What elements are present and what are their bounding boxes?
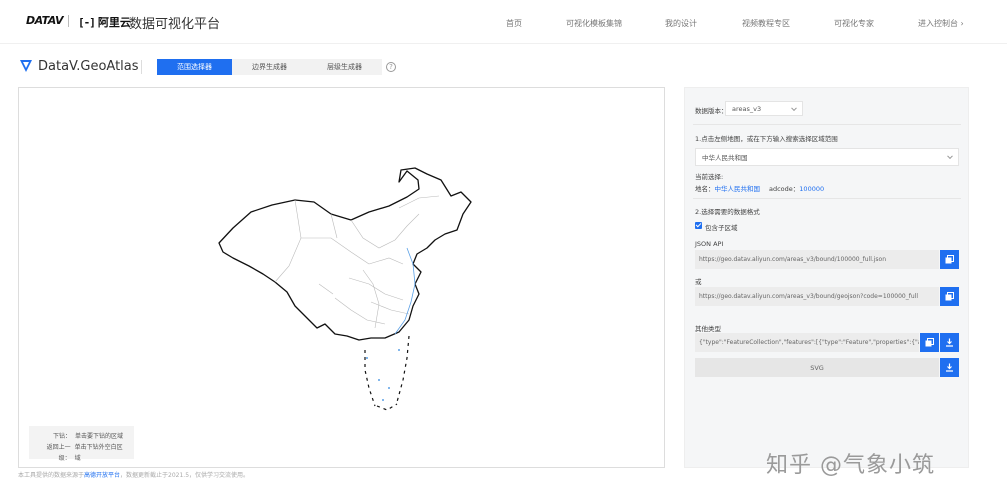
step1-label: 1.点击左侧地图，或在下方输入搜索选择区域范围	[695, 135, 838, 143]
divider	[693, 124, 961, 125]
tip-value: 单击下钻外空白区域	[74, 444, 123, 462]
nav-link-experts[interactable]: 可视化专家	[834, 18, 874, 29]
amap-link[interactable]: 高德开放平台	[84, 472, 120, 479]
adcode-value[interactable]: 100000	[799, 185, 824, 193]
geojson-text[interactable]: {"type":"FeatureCollection","features":[…	[695, 333, 919, 352]
nav-link-my-design[interactable]: 我的设计	[665, 18, 697, 29]
include-subregion-checkbox[interactable]	[695, 222, 702, 229]
version-value: areas_v3	[732, 104, 762, 113]
adcode-row: adcode：100000	[769, 183, 824, 193]
region-name-key: 地名：	[695, 185, 715, 193]
nav-link-home[interactable]: 首页	[506, 18, 522, 29]
south-china-sea-islands	[364, 335, 410, 411]
app-title: DataV.GeoAtlas	[38, 59, 139, 74]
footnote-prefix: 本工具提供的数据来源于	[18, 472, 85, 479]
aliyun-logo[interactable]: [-] 阿里云	[78, 14, 131, 30]
platform-title: 数据可视化平台	[129, 17, 221, 32]
include-subregion-label[interactable]: 包含子区域	[705, 222, 738, 232]
tool-tabs: 范围选择器 边界生成器 层级生成器	[157, 59, 382, 75]
region-search-select[interactable]: 中华人民共和国	[695, 148, 959, 166]
json-api-url[interactable]: https://geo.datav.aliyun.com/areas_v3/bo…	[695, 250, 939, 269]
nav-link-templates[interactable]: 可视化模板集锦	[566, 18, 622, 29]
json-api-label: JSON API	[695, 240, 724, 248]
page: DATAV [-] 阿里云 数据可视化平台 首页 可视化模板集锦 我的设计 视频…	[0, 0, 1007, 500]
map-region-china[interactable]	[218, 167, 472, 341]
logo-divider	[68, 15, 69, 27]
version-select[interactable]: areas_v3	[725, 101, 803, 116]
tip-value: 单击要下钻的区域	[75, 433, 124, 440]
header-divider	[141, 60, 142, 74]
chevron-down-icon	[791, 104, 797, 111]
copy-json-api-button[interactable]	[940, 250, 959, 269]
footnote-suffix: ，数据更新截止于2021.5，仅供学习交流使用。	[120, 472, 250, 479]
copy-geojson-button[interactable]	[940, 287, 959, 306]
tip-key: 下钻：	[52, 433, 71, 440]
download-svg-button[interactable]	[940, 358, 959, 377]
datav-logo[interactable]: DATAV	[26, 14, 64, 27]
chevron-down-icon	[947, 153, 953, 160]
tab-level-generator[interactable]: 层级生成器	[307, 59, 382, 75]
divider	[693, 198, 961, 199]
nav-link-console[interactable]: 进入控制台 ›	[918, 18, 964, 29]
copy-icon	[945, 292, 954, 301]
zhihu-watermark: 知乎 @气象小筑	[766, 453, 935, 478]
help-icon[interactable]: ?	[386, 62, 396, 72]
copy-geojson-text-button[interactable]	[920, 333, 939, 352]
step2-label: 2.选择需要的数据格式	[695, 208, 760, 216]
copy-icon	[925, 338, 934, 347]
data-source-footnote: 本工具提供的数据来源于高德开放平台，数据更新截止于2021.5，仅供学习交流使用…	[18, 470, 249, 479]
top-nav: DATAV [-] 阿里云 数据可视化平台 首页 可视化模板集锦 我的设计 视频…	[0, 0, 1007, 44]
download-icon	[946, 363, 953, 372]
other-types-label: 其他类型	[695, 325, 721, 333]
download-icon	[946, 338, 953, 347]
region-name-row: 地名：中华人民共和国	[695, 183, 760, 193]
adcode-key: adcode：	[769, 185, 800, 193]
geojson-url[interactable]: https://geo.datav.aliyun.com/areas_v3/bo…	[695, 287, 939, 306]
current-selection-label: 当前选择:	[695, 173, 724, 181]
aliyun-logo-text: 阿里云	[97, 16, 131, 29]
settings-panel: 数据版本： areas_v3 1.点击左侧地图，或在下方输入搜索选择区域范围 中…	[684, 87, 969, 468]
region-name-value[interactable]: 中华人民共和国	[715, 185, 761, 193]
tip-key: 返回上一级：	[46, 444, 71, 462]
svg-button[interactable]: SVG	[695, 358, 939, 377]
copy-icon	[945, 255, 954, 264]
geoatlas-logo-icon	[20, 60, 32, 72]
aliyun-bracket-icon: [-]	[78, 15, 96, 29]
tab-range-selector[interactable]: 范围选择器	[157, 59, 232, 75]
version-label: 数据版本：	[695, 107, 728, 115]
or-label: 或	[695, 278, 702, 286]
download-geojson-button[interactable]	[940, 333, 959, 352]
nav-link-tutorials[interactable]: 视频教程专区	[742, 18, 790, 29]
map-instructions: 下钻： 单击要下钻的区域 返回上一级： 单击下钻外空白区域	[29, 426, 134, 462]
china-map[interactable]	[19, 88, 664, 467]
region-select-value: 中华人民共和国	[702, 154, 748, 162]
map-panel[interactable]: 下钻： 单击要下钻的区域 返回上一级： 单击下钻外空白区域	[18, 87, 665, 468]
tab-boundary-generator[interactable]: 边界生成器	[232, 59, 307, 75]
